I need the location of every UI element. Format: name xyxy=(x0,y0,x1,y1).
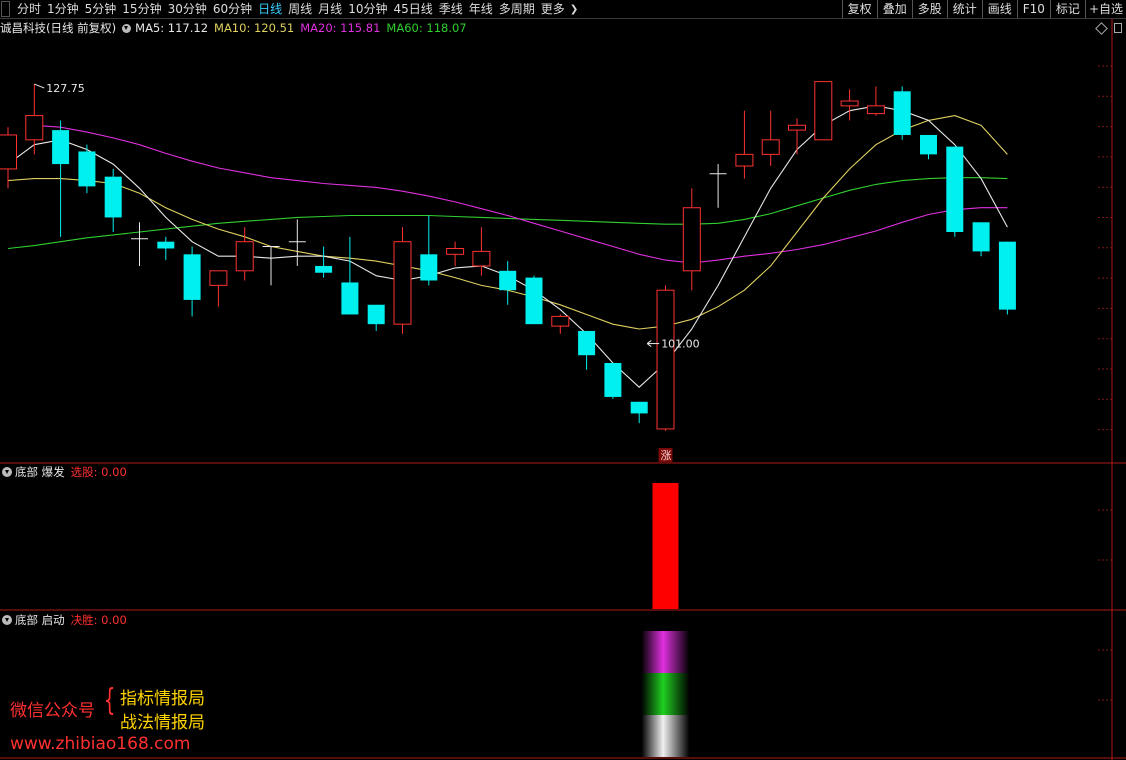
watermark-name1: 指标情报局 xyxy=(120,689,205,709)
candle-body xyxy=(788,124,806,131)
candle-body xyxy=(420,254,438,281)
candle-body xyxy=(866,105,885,115)
candle-body xyxy=(78,151,96,187)
pane2-dropdown-icon[interactable] xyxy=(2,615,12,625)
pane1-value: 选股: 0.00 xyxy=(70,465,127,479)
candle-body xyxy=(761,139,780,155)
candle-body xyxy=(604,362,622,397)
candle-body xyxy=(393,241,412,325)
pane1-name: 底部 爆发 xyxy=(15,465,65,479)
candle-body xyxy=(946,146,964,232)
candle-body xyxy=(0,134,17,170)
candle-body xyxy=(682,207,701,272)
candle-body xyxy=(972,222,990,252)
candle-body xyxy=(499,270,517,291)
pane2-signal-segment xyxy=(641,631,690,673)
candle-body xyxy=(656,289,675,430)
candle-body xyxy=(630,401,648,414)
low-marker-label: 101.00 xyxy=(661,338,700,351)
wechat-label: 微信公众号 xyxy=(10,701,95,721)
candle-body xyxy=(209,270,228,286)
pane1-signal-bar xyxy=(652,483,679,609)
pane1-header: 底部 爆发 选股: 0.00 xyxy=(0,464,127,480)
chart-canvas: 127.75 101.00 涨 xyxy=(0,19,1126,760)
candle-body xyxy=(367,304,385,325)
candle-body xyxy=(472,250,491,267)
candle-body xyxy=(157,241,175,249)
brace-glyph: { xyxy=(103,683,116,718)
pane2-name: 底部 启动 xyxy=(15,613,65,627)
pane2-signal-segment xyxy=(641,673,690,715)
candle-body xyxy=(104,176,122,218)
candle-body xyxy=(25,115,44,141)
candle-body xyxy=(183,254,201,300)
candle-body xyxy=(578,330,596,356)
candle-body xyxy=(446,247,465,255)
candle-body xyxy=(735,153,754,167)
candle-body xyxy=(52,130,70,165)
watermark-url: www.zhibiao168.com xyxy=(10,734,191,754)
candle-body xyxy=(341,282,359,315)
watermark-name2: 战法情报局 xyxy=(120,713,205,733)
candle-body xyxy=(814,81,833,141)
candle-body xyxy=(920,134,937,155)
pane1-dropdown-icon[interactable] xyxy=(2,467,12,477)
pane2-value: 决胜: 0.00 xyxy=(70,613,127,627)
pane2-signal-segment xyxy=(641,715,690,757)
candle-body xyxy=(551,315,570,327)
pane2-header: 底部 启动 决胜: 0.00 xyxy=(0,612,127,628)
candle-body xyxy=(525,277,543,325)
ma60-line xyxy=(7,177,1008,250)
zhang-tag: 涨 xyxy=(661,449,672,462)
ma20-line xyxy=(34,124,1008,264)
candle-body xyxy=(998,241,1016,310)
candle-body xyxy=(235,241,254,272)
high-marker-arrow xyxy=(34,83,45,89)
high-marker-label: 127.75 xyxy=(46,82,85,95)
candle-body xyxy=(893,91,911,135)
candle-body xyxy=(315,265,333,273)
candle-body xyxy=(840,100,859,107)
